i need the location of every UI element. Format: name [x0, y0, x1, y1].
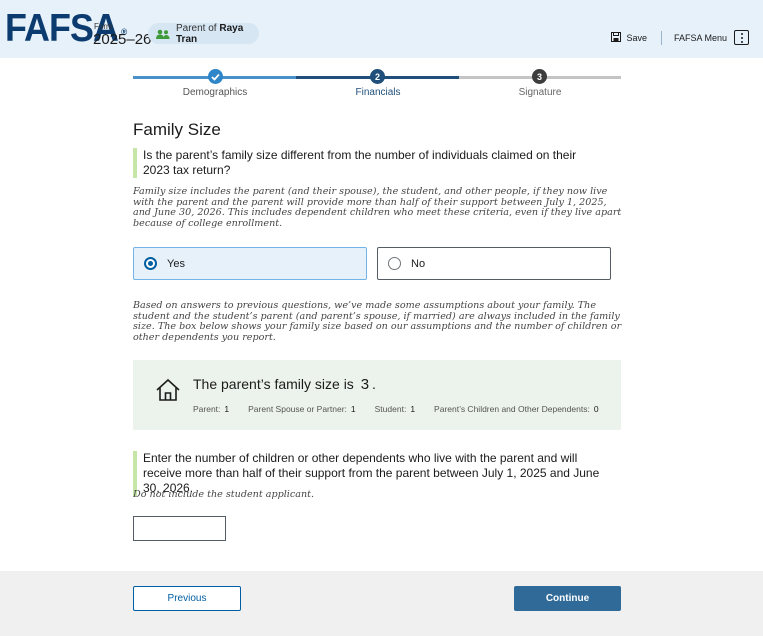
- save-label: Save: [626, 32, 647, 43]
- assumptions-help: Based on answers to previous questions, …: [133, 300, 622, 343]
- kebab-menu-icon: [734, 30, 749, 45]
- radio-yes[interactable]: Yes: [133, 247, 367, 280]
- step-1-check-icon: [208, 69, 223, 84]
- header-actions: Save FAFSA Menu: [611, 30, 749, 45]
- step-3-label: Signature: [518, 87, 562, 98]
- dependents-help: Do not include the student applicant.: [133, 489, 315, 500]
- radio-no-label: No: [411, 257, 426, 270]
- radio-unselected-icon: [388, 257, 401, 270]
- footer-nav: Previous Continue: [0, 571, 763, 636]
- step-1-label: Demographics: [182, 87, 248, 98]
- fafsa-menu-button[interactable]: FAFSA Menu: [662, 30, 749, 45]
- app-header: FAFSA ® Form 2025–26 Parent of Raya Tran …: [0, 0, 763, 58]
- progress-stepper: 2 3 Demographics Financials Signature: [133, 68, 621, 100]
- save-icon: [611, 31, 622, 44]
- family-size-statement: The parent’s family size is 3.: [193, 376, 376, 393]
- step-2-label: Financials: [355, 87, 401, 98]
- breakdown-dependents: Parent’s Children and Other Dependents: 0: [434, 404, 599, 414]
- family-breakdown: Parent: 1 Parent Spouse or Partner: 1 Stud…: [193, 404, 599, 414]
- radio-yes-label: Yes: [167, 257, 185, 270]
- family-size-text: The parent’s family size is: [193, 376, 354, 392]
- family-size-suffix: .: [372, 376, 376, 392]
- breakdown-student: Student: 1: [374, 404, 416, 414]
- form-year: 2025–26: [93, 31, 152, 48]
- user-group-icon: [156, 29, 170, 39]
- house-icon: [155, 378, 181, 407]
- family-size-summary: The parent’s family size is 3. Parent: 1 …: [133, 360, 621, 430]
- radio-selected-icon: [144, 257, 157, 270]
- family-size-number: 3: [360, 376, 370, 393]
- question-family-size: Is the parent’s family size different fr…: [133, 148, 603, 178]
- step-2-indicator: 2: [370, 69, 385, 84]
- menu-label: FAFSA Menu: [673, 32, 727, 43]
- breakdown-parent: Parent: 1: [193, 404, 230, 414]
- previous-button[interactable]: Previous: [133, 586, 241, 611]
- breakdown-spouse: Parent Spouse or Partner: 1: [248, 404, 356, 414]
- radio-no[interactable]: No: [377, 247, 611, 280]
- form-label: Form: [94, 22, 113, 31]
- family-size-help: Family size includes the parent (and the…: [133, 186, 622, 229]
- dependents-count-input[interactable]: [133, 516, 226, 541]
- step-3-indicator: 3: [532, 69, 547, 84]
- role-badge: Parent of Raya Tran: [148, 22, 259, 45]
- role-prefix: Parent of: [176, 22, 217, 34]
- page-title: Family Size: [133, 120, 221, 139]
- continue-button[interactable]: Continue: [514, 586, 621, 611]
- save-button[interactable]: Save: [611, 30, 662, 45]
